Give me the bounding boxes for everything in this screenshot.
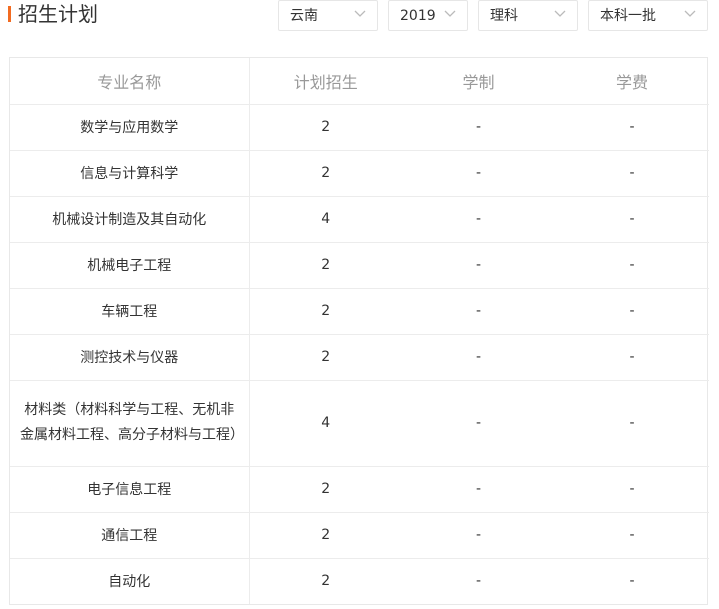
year-select[interactable]: 2019 (388, 0, 468, 31)
chevron-down-icon (554, 10, 566, 17)
column-header-fee: 学费 (555, 58, 709, 105)
table-row: 材料类（材料科学与工程、无机非金属材料工程、高分子材料与工程） 4 - - (10, 380, 709, 467)
cell-major: 材料类（材料科学与工程、无机非金属材料工程、高分子材料与工程） (10, 380, 250, 467)
cell-major: 自动化 (10, 558, 250, 604)
cell-duration: - (402, 104, 555, 151)
cell-plan: 2 (249, 104, 402, 151)
column-header-duration: 学制 (402, 58, 555, 105)
cell-major: 车辆工程 (10, 288, 250, 335)
table-row: 机械电子工程 2 - - (10, 242, 709, 289)
cell-duration: - (475, 573, 482, 590)
table-row: 信息与计算科学 2 - - (10, 150, 709, 197)
subject-select[interactable]: 理科 (478, 0, 578, 31)
chevron-down-icon (684, 10, 696, 17)
subject-select-value: 理科 (490, 8, 518, 24)
column-header-major: 专业名称 (10, 58, 250, 105)
page-header: 招生计划 云南 2019 理科 本科一批 (0, 0, 719, 36)
cell-major: 机械设计制造及其自动化 (10, 196, 250, 243)
column-header-plan: 计划招生 (249, 58, 402, 105)
chevron-down-icon (354, 10, 366, 17)
cell-duration: - (402, 150, 555, 197)
cell-duration: - (402, 288, 555, 335)
batch-select[interactable]: 本科一批 (588, 0, 708, 31)
cell-plan: 2 (249, 334, 402, 381)
cell-fee: - (555, 334, 709, 381)
cell-duration: - (402, 380, 555, 467)
cell-duration: - (402, 334, 555, 381)
cell-fee: - (629, 573, 635, 590)
cell-plan: 2 (249, 512, 402, 559)
cell-plan: 2 (249, 242, 402, 289)
enrollment-plan-table: 专业名称 计划招生 学制 学费 数学与应用数学 2 - - 信息与计算科学 2 … (9, 57, 709, 605)
cell-fee: - (555, 150, 709, 197)
cell-major: 通信工程 (10, 512, 250, 559)
cell-fee: - (555, 196, 709, 243)
cell-plan: 4 (249, 380, 402, 467)
cell-fee: - (555, 466, 709, 513)
cell-plan: 2 (249, 466, 402, 513)
title-accent-bar (8, 6, 11, 22)
province-select-value: 云南 (290, 8, 318, 24)
table-row: 机械设计制造及其自动化 4 - - (10, 196, 709, 243)
cell-major: 信息与计算科学 (10, 150, 250, 197)
province-select[interactable]: 云南 (278, 0, 378, 31)
cell-fee: - (555, 512, 709, 559)
cell-major: 数学与应用数学 (10, 104, 250, 151)
cell-duration: - (402, 196, 555, 243)
cell-major: 机械电子工程 (10, 242, 250, 289)
cell-plan: 2 (249, 150, 402, 197)
table-row: 车辆工程 2 - - (10, 288, 709, 335)
year-select-value: 2019 (400, 8, 436, 24)
cell-plan: 2 (321, 573, 331, 590)
table-header-row: 专业名称 计划招生 学制 学费 (10, 58, 709, 105)
cell-fee: - (555, 104, 709, 151)
page-title: 招生计划 (18, 2, 98, 26)
cell-duration: - (402, 512, 555, 559)
cell-duration: - (402, 242, 555, 289)
table-row: 测控技术与仪器 2 - - (10, 334, 709, 381)
cell-plan: 4 (249, 196, 402, 243)
cell-major: 电子信息工程 (10, 466, 250, 513)
table-row: 电子信息工程 2 - - (10, 466, 709, 513)
table-row: 自动化 2 - - (10, 558, 709, 604)
cell-duration: - (402, 466, 555, 513)
batch-select-value: 本科一批 (600, 8, 656, 24)
cell-fee: - (555, 288, 709, 335)
cell-fee: - (555, 380, 709, 467)
table-row: 数学与应用数学 2 - - (10, 104, 709, 151)
table-row: 通信工程 2 - - (10, 512, 709, 559)
chevron-down-icon (444, 10, 456, 17)
cell-major: 测控技术与仪器 (10, 334, 250, 381)
cell-plan: 2 (249, 288, 402, 335)
cell-fee: - (555, 242, 709, 289)
